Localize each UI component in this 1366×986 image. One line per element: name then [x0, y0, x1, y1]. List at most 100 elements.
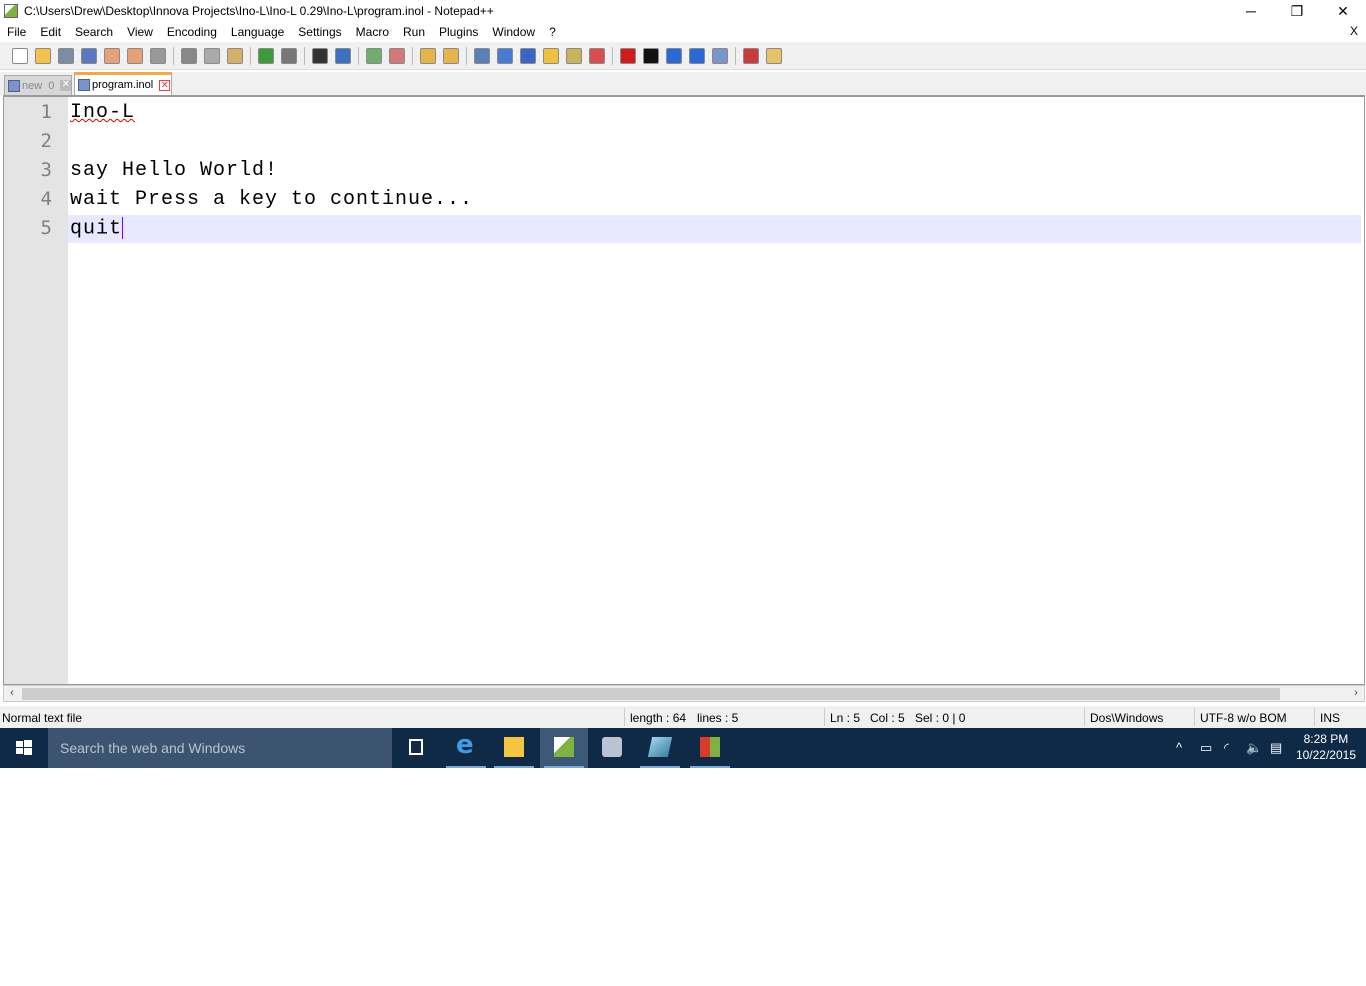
zoom-in-icon[interactable] [366, 47, 382, 64]
selection: Sel : 0 | 0 [915, 711, 966, 725]
notifications-icon[interactable]: ▤ [1270, 740, 1282, 756]
toolbar-separator [358, 46, 359, 65]
menu-settings[interactable]: Settings [291, 25, 348, 39]
eol-format[interactable]: Dos\Windows [1090, 711, 1163, 725]
menu-encoding[interactable]: Encoding [160, 25, 224, 39]
menu-view[interactable]: View [120, 25, 160, 39]
copy-icon[interactable] [204, 47, 220, 64]
menu-file[interactable]: File [0, 25, 33, 39]
code-line: Ino-L [70, 101, 135, 124]
tab-label: program.inol [92, 79, 154, 91]
search-box[interactable]: Search the web and Windows [48, 728, 392, 768]
cut-icon[interactable] [181, 47, 197, 64]
app-icon [647, 737, 673, 757]
scroll-right-icon[interactable]: › [1349, 686, 1363, 701]
find-icon[interactable] [312, 47, 328, 64]
menu-edit[interactable]: Edit [33, 25, 68, 39]
tab-close-icon[interactable]: ✕ [159, 79, 171, 91]
toolbar-separator [612, 46, 613, 65]
save-icon[interactable] [58, 47, 74, 64]
app-icon [700, 737, 720, 757]
code-text: wait Press a key to continue... [70, 188, 474, 211]
function-list-icon[interactable] [589, 47, 605, 64]
edge-button[interactable]: e [442, 728, 490, 768]
play-macro-icon[interactable] [666, 47, 682, 64]
word-wrap-icon[interactable] [474, 47, 490, 64]
notepadpp-icon [4, 4, 18, 18]
folder-icon [504, 737, 524, 757]
minimize-button[interactable]: ─ [1228, 0, 1274, 22]
replace-icon[interactable] [335, 47, 351, 64]
toolbar-separator [466, 46, 467, 65]
file-type: Normal text file [2, 711, 83, 725]
app-button[interactable] [588, 728, 636, 768]
wifi-icon[interactable]: ◜ [1224, 740, 1229, 756]
user-language-icon[interactable] [543, 47, 559, 64]
volume-icon[interactable]: 🔈 [1246, 740, 1262, 756]
tab-program-inol[interactable]: program.inol ✕ [74, 72, 172, 95]
menu-language[interactable]: Language [224, 25, 291, 39]
show-hidden-icons[interactable]: ^ [1176, 740, 1182, 755]
scrollbar-thumb[interactable] [22, 688, 1280, 700]
app-button[interactable] [686, 728, 734, 768]
tab-label: new 0 [22, 79, 55, 92]
task-view-button[interactable] [392, 728, 440, 768]
print-icon[interactable] [150, 47, 166, 64]
encoding[interactable]: UTF-8 w/o BOM [1200, 711, 1287, 725]
horizontal-scrollbar[interactable]: ‹ › [3, 685, 1365, 702]
paste-icon[interactable] [227, 47, 243, 64]
record-macro-icon[interactable] [620, 47, 636, 64]
text-editor[interactable]: 1 2 3 4 5 Ino-L say Hello World! wait Press a … [3, 95, 1365, 685]
menu-help[interactable]: ? [542, 25, 563, 39]
menu-run[interactable]: Run [396, 25, 432, 39]
start-button[interactable] [0, 728, 48, 768]
app-button[interactable] [636, 728, 684, 768]
spell-check-icon[interactable] [743, 47, 759, 64]
doc-length: length : 64 [630, 711, 687, 725]
edge-icon: e [456, 730, 474, 760]
file-saved-icon [78, 79, 90, 91]
title-bar: C:\Users\Drew\Desktop\Innova Projects\In… [0, 0, 1366, 22]
code-text: quit [70, 217, 123, 241]
redo-icon[interactable] [281, 47, 297, 64]
indent-guide-icon[interactable] [520, 47, 536, 64]
menu-search[interactable]: Search [68, 25, 120, 39]
maximize-button[interactable]: ❐ [1274, 0, 1320, 22]
close-document-button[interactable]: X [1350, 24, 1358, 38]
status-bar: Normal text file length : 64 lines : 5 L… [0, 706, 1366, 728]
scroll-left-icon[interactable]: ‹ [5, 686, 19, 701]
save-macro-icon[interactable] [712, 47, 728, 64]
open-file-icon[interactable] [35, 47, 51, 64]
sync-vertical-icon[interactable] [420, 47, 436, 64]
windows-logo-icon [16, 740, 32, 755]
doc-map-icon[interactable] [566, 47, 582, 64]
stop-record-icon[interactable] [643, 47, 659, 64]
new-file-icon[interactable] [12, 47, 28, 64]
tab-new-0[interactable]: new 0 ✕ [4, 75, 72, 95]
current-line-highlight [68, 215, 1361, 243]
undo-icon[interactable] [258, 47, 274, 64]
tab-bar: new 0 ✕ program.inol ✕ [0, 72, 1366, 95]
menu-macro[interactable]: Macro [349, 25, 396, 39]
run-macro-multiple-icon[interactable] [689, 47, 705, 64]
menu-window[interactable]: Window [485, 25, 542, 39]
file-explorer-button[interactable] [490, 728, 538, 768]
date: 10/22/2015 [1295, 748, 1356, 762]
insert-mode[interactable]: INS [1320, 711, 1340, 725]
close-button[interactable]: ✕ [1320, 0, 1366, 22]
notepadpp-taskbar-button[interactable] [540, 728, 588, 768]
doc-lines: lines : 5 [697, 711, 739, 725]
tab-close-icon[interactable]: ✕ [60, 80, 72, 91]
save-all-icon[interactable] [81, 47, 97, 64]
close-all-icon[interactable] [127, 47, 143, 64]
zoom-out-icon[interactable] [389, 47, 405, 64]
menu-plugins[interactable]: Plugins [432, 25, 485, 39]
folder-as-workspace-icon[interactable] [766, 47, 782, 64]
line-number: 1 [40, 101, 52, 123]
app-icon [602, 737, 622, 757]
show-all-chars-icon[interactable] [497, 47, 513, 64]
sync-horizontal-icon[interactable] [443, 47, 459, 64]
battery-icon[interactable]: ▭ [1200, 740, 1212, 756]
close-icon[interactable] [104, 47, 120, 64]
clock[interactable]: 8:28 PM 10/22/2015 [1296, 731, 1356, 763]
